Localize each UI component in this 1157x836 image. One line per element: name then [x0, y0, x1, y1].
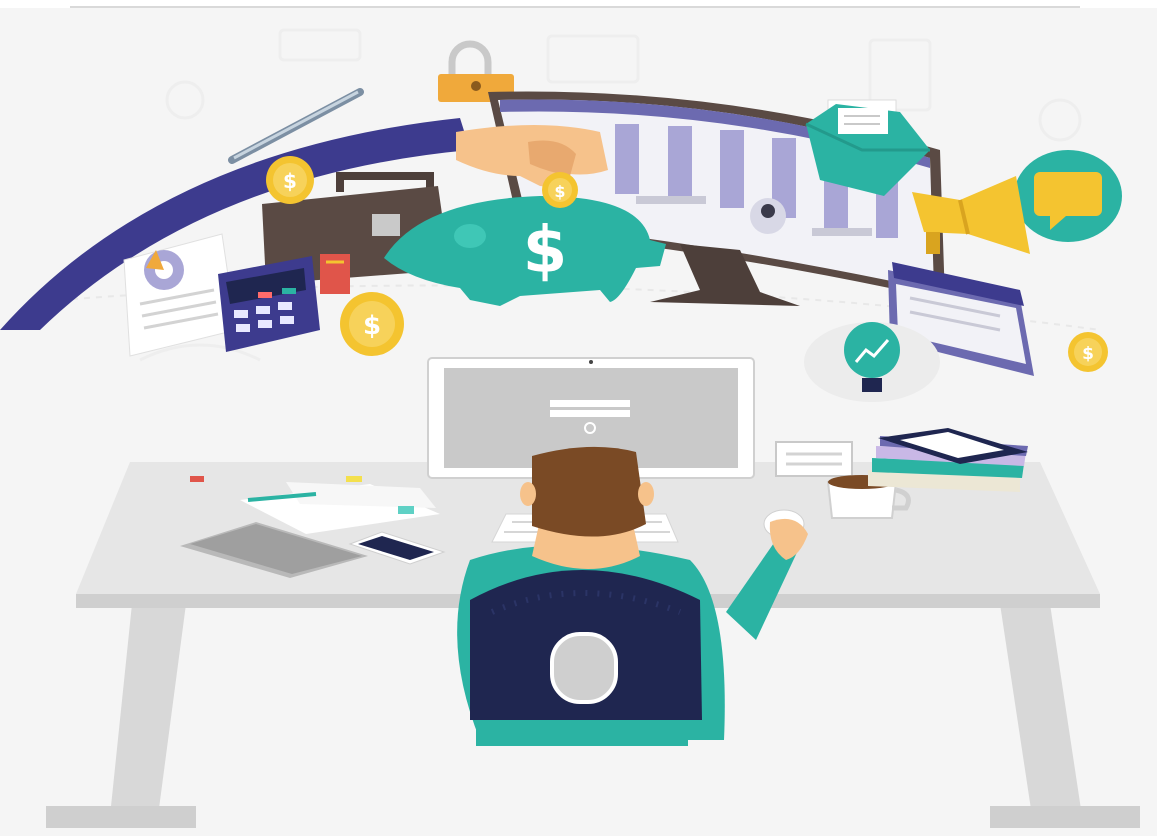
- illustration-canvas: $ $ $ $ $: [0, 8, 1157, 836]
- svg-text:$: $: [554, 182, 565, 201]
- seat-base: [476, 720, 688, 746]
- desk-calendar-icon: [775, 441, 853, 477]
- ear-right: [638, 482, 654, 506]
- svg-text:$: $: [1082, 344, 1094, 364]
- chair-emblem: [550, 632, 618, 704]
- hair: [532, 446, 646, 537]
- chat-bubble-icon: [1014, 150, 1122, 242]
- svg-text:$: $: [523, 214, 568, 288]
- coin-icon: $: [1068, 332, 1108, 372]
- svg-text:$: $: [363, 311, 381, 341]
- coin-icon: $: [340, 292, 404, 356]
- coin-icon: $: [266, 156, 314, 204]
- ear-left: [520, 482, 536, 506]
- lightbulb-growth-icon: [804, 322, 940, 402]
- svg-text:$: $: [283, 169, 297, 193]
